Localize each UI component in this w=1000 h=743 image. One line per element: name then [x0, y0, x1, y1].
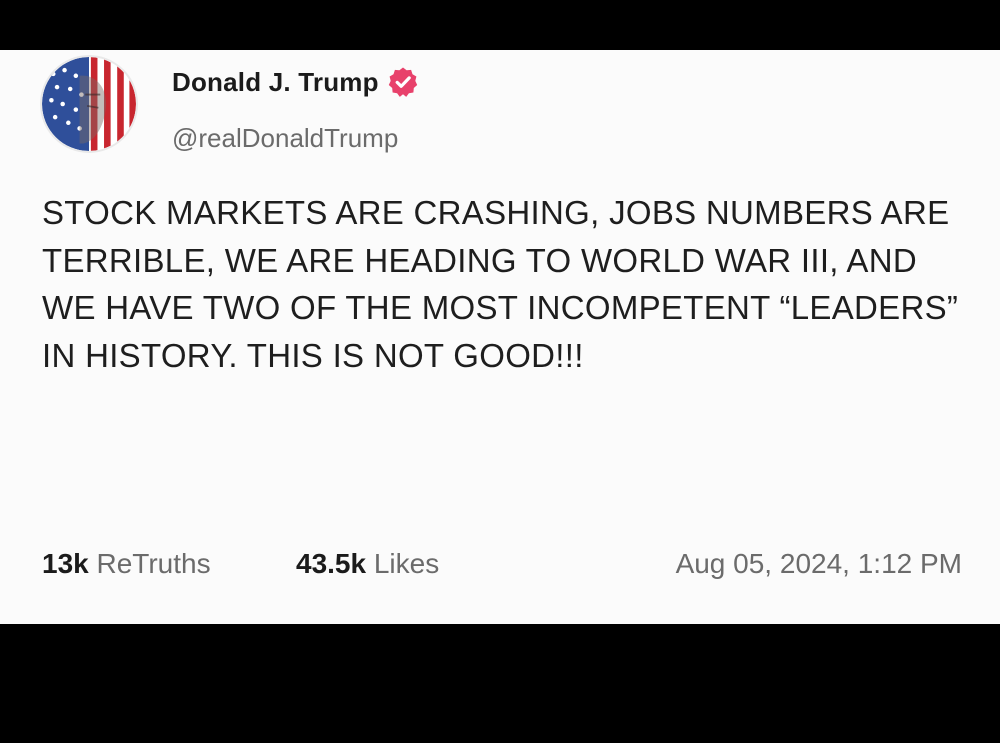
retruths-stat[interactable]: 13k ReTruths — [42, 544, 211, 584]
retruths-label: ReTruths — [96, 548, 211, 579]
flag-portrait-avatar-icon — [42, 57, 136, 151]
author-avatar[interactable] — [40, 55, 138, 153]
retruths-count: 13k — [42, 548, 89, 579]
likes-count: 43.5k — [296, 548, 367, 579]
screenshot-frame: Donald J. Trump @realDonaldTrump STOCK M… — [0, 0, 1000, 743]
author-handle[interactable]: @realDonaldTrump — [172, 120, 398, 156]
verified-badge-icon — [387, 66, 419, 98]
likes-stat[interactable]: 43.5k Likes — [296, 544, 439, 584]
post-stats-row: 13k ReTruths 43.5k Likes Aug 05, 2024, 1… — [42, 544, 962, 584]
post-body-text: STOCK MARKETS ARE CRASHING, JOBS NUMBERS… — [42, 194, 959, 374]
author-name-row: Donald J. Trump — [172, 64, 419, 100]
author-display-name[interactable]: Donald J. Trump — [172, 67, 379, 98]
post-timestamp[interactable]: Aug 05, 2024, 1:12 PM — [676, 544, 962, 584]
likes-label: Likes — [373, 548, 440, 579]
post-card: Donald J. Trump @realDonaldTrump STOCK M… — [0, 50, 1000, 624]
